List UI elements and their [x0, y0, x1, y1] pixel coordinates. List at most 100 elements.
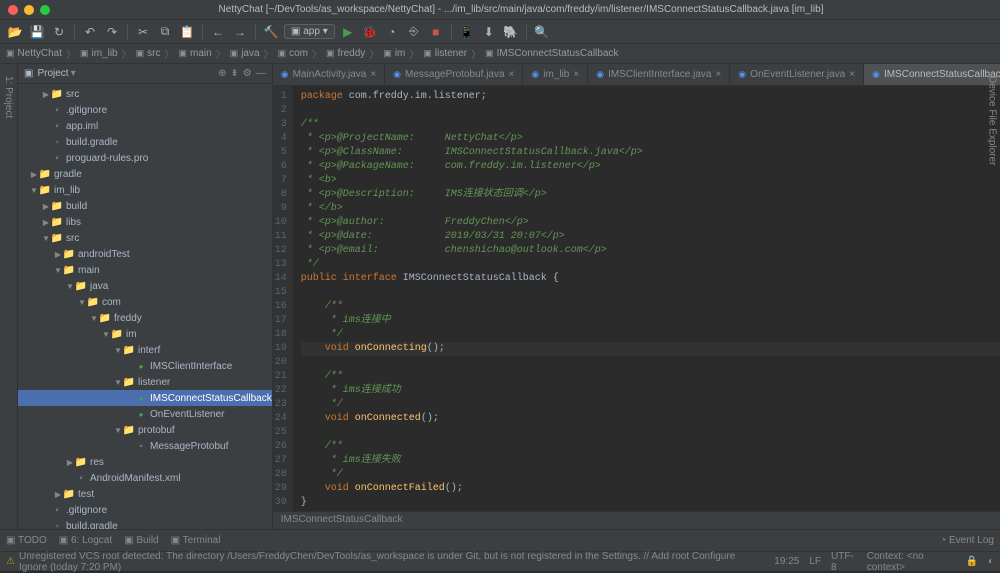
breadcrumb-item[interactable]: freddy: [338, 48, 366, 59]
expand-arrow-icon[interactable]: ▶: [66, 458, 74, 467]
run-icon[interactable]: ▶: [339, 23, 357, 41]
expand-arrow-icon[interactable]: ▼: [90, 314, 98, 323]
cut-icon[interactable]: ✂: [134, 23, 152, 41]
expand-arrow-icon[interactable]: ▶: [54, 250, 62, 259]
save-icon[interactable]: 💾: [28, 23, 46, 41]
expand-arrow-icon[interactable]: ▼: [66, 282, 74, 291]
tree-item[interactable]: ◦.gitignore: [18, 502, 272, 518]
inspector-icon[interactable]: ◐: [988, 556, 994, 567]
forward-icon[interactable]: →: [231, 23, 249, 41]
tree-item[interactable]: ▼📁listener: [18, 374, 272, 390]
right-tool-tab[interactable]: Device File Explorer: [986, 72, 999, 521]
close-tab-icon[interactable]: ×: [370, 69, 376, 80]
tree-item[interactable]: ▶📁gradle: [18, 166, 272, 182]
tree-item[interactable]: ▶📁androidTest: [18, 246, 272, 262]
attach-icon[interactable]: ⎆: [405, 23, 423, 41]
expand-arrow-icon[interactable]: ▼: [54, 266, 62, 275]
bottom-tool-tab[interactable]: ▣ 6: Logcat: [59, 535, 112, 546]
close-window-button[interactable]: [8, 5, 18, 15]
copy-icon[interactable]: ⧉: [156, 23, 174, 41]
code-line[interactable]: * <p>@author: FreddyChen</p>: [301, 216, 1000, 230]
breadcrumb-item[interactable]: im: [395, 48, 406, 59]
warning-icon[interactable]: ⚠: [6, 556, 15, 567]
paste-icon[interactable]: 📋: [178, 23, 196, 41]
code-line[interactable]: */: [301, 258, 1000, 272]
code-line[interactable]: */: [301, 468, 1000, 482]
editor-tab[interactable]: ◉im_lib×: [523, 64, 588, 85]
code-line[interactable]: [301, 286, 1000, 300]
code-line[interactable]: * ims连接中: [301, 314, 1000, 328]
breadcrumb-item[interactable]: IMSConnectStatusCallback: [497, 48, 619, 59]
maximize-window-button[interactable]: [40, 5, 50, 15]
stop-icon[interactable]: ■: [427, 23, 445, 41]
run-configuration[interactable]: ▣ app ▾: [284, 24, 335, 39]
lock-icon[interactable]: 🔒: [966, 556, 978, 567]
code-line[interactable]: void onConnectFailed();: [301, 482, 1000, 496]
bottom-tool-tab[interactable]: ▣ TODO: [6, 535, 47, 546]
debug-icon[interactable]: 🐞: [361, 23, 379, 41]
code-line[interactable]: [301, 426, 1000, 440]
code-line[interactable]: package com.freddy.im.listener;: [301, 90, 1000, 104]
tree-item[interactable]: ▼📁main: [18, 262, 272, 278]
dropdown-icon[interactable]: ▣: [24, 68, 33, 79]
target-icon[interactable]: ⊕: [218, 68, 226, 79]
code-line[interactable]: /**: [301, 300, 1000, 314]
tree-item[interactable]: ◦MessageProtobuf: [18, 438, 272, 454]
expand-arrow-icon[interactable]: ▶: [42, 218, 50, 227]
collapse-icon[interactable]: ⇟: [230, 68, 238, 79]
caret-position[interactable]: 19:25: [774, 556, 799, 567]
search-icon[interactable]: 🔍: [533, 23, 551, 41]
gear-icon[interactable]: ⚙: [243, 68, 252, 79]
code-line[interactable]: [301, 356, 1000, 370]
tree-item[interactable]: ▶📁build: [18, 198, 272, 214]
expand-arrow-icon[interactable]: ▼: [78, 298, 86, 307]
avd-icon[interactable]: 📱: [458, 23, 476, 41]
sync-icon[interactable]: 🐘: [502, 23, 520, 41]
tree-item[interactable]: ▼📁java: [18, 278, 272, 294]
status-message[interactable]: Unregistered VCS root detected: The dire…: [19, 551, 764, 573]
code-line[interactable]: * <p>@email: chenshichao@outlook.com</p>: [301, 244, 1000, 258]
tree-item[interactable]: ●IMSConnectStatusCallback: [18, 390, 272, 406]
tree-item[interactable]: ▼📁im_lib: [18, 182, 272, 198]
back-icon[interactable]: ←: [209, 23, 227, 41]
code-area[interactable]: package com.freddy.im.listener; /** * <p…: [293, 86, 1000, 511]
breadcrumb-item[interactable]: java: [241, 48, 259, 59]
close-tab-icon[interactable]: ×: [573, 69, 579, 80]
hide-icon[interactable]: —: [256, 68, 266, 79]
code-line[interactable]: [301, 104, 1000, 118]
expand-arrow-icon[interactable]: ▼: [114, 346, 122, 355]
open-icon[interactable]: 📂: [6, 23, 24, 41]
code-line[interactable]: /**: [301, 440, 1000, 454]
tree-item[interactable]: ▼📁im: [18, 326, 272, 342]
tree-item[interactable]: ◦app.iml: [18, 118, 272, 134]
tree-item[interactable]: ●OnEventListener: [18, 406, 272, 422]
line-separator[interactable]: LF: [809, 556, 821, 567]
profile-icon[interactable]: ◔: [383, 23, 401, 41]
code-line[interactable]: public interface IMSConnectStatusCallbac…: [301, 272, 1000, 286]
code-line[interactable]: * <b>: [301, 174, 1000, 188]
breadcrumb-item[interactable]: NettyChat: [18, 48, 62, 59]
code-line[interactable]: /**: [301, 118, 1000, 132]
left-tool-tab[interactable]: 1: Project: [2, 72, 15, 521]
tree-item[interactable]: ▼📁freddy: [18, 310, 272, 326]
tree-item[interactable]: ▶📁src: [18, 86, 272, 102]
expand-arrow-icon[interactable]: ▶: [42, 90, 50, 99]
breadcrumb-item[interactable]: listener: [435, 48, 467, 59]
tree-item[interactable]: ◦proguard-rules.pro: [18, 150, 272, 166]
code-line[interactable]: * </b>: [301, 202, 1000, 216]
code-line[interactable]: * ims连接失败: [301, 454, 1000, 468]
minimize-window-button[interactable]: [24, 5, 34, 15]
close-tab-icon[interactable]: ×: [509, 69, 515, 80]
tree-item[interactable]: ▶📁test: [18, 486, 272, 502]
tree-item[interactable]: ●IMSClientInterface: [18, 358, 272, 374]
editor-tab[interactable]: ◉MessageProtobuf.java×: [385, 64, 523, 85]
tree-item[interactable]: ◦AndroidManifest.xml: [18, 470, 272, 486]
tree-item[interactable]: ▼📁interf: [18, 342, 272, 358]
code-line[interactable]: }: [301, 496, 1000, 510]
code-line[interactable]: /**: [301, 370, 1000, 384]
bottom-tool-tab[interactable]: ▣ Build: [124, 535, 158, 546]
code-line[interactable]: * ims连接成功: [301, 384, 1000, 398]
breadcrumb-item[interactable]: im_lib: [92, 48, 118, 59]
event-log-tab[interactable]: ◔ Event Log: [940, 535, 994, 546]
expand-arrow-icon[interactable]: ▶: [30, 170, 38, 179]
